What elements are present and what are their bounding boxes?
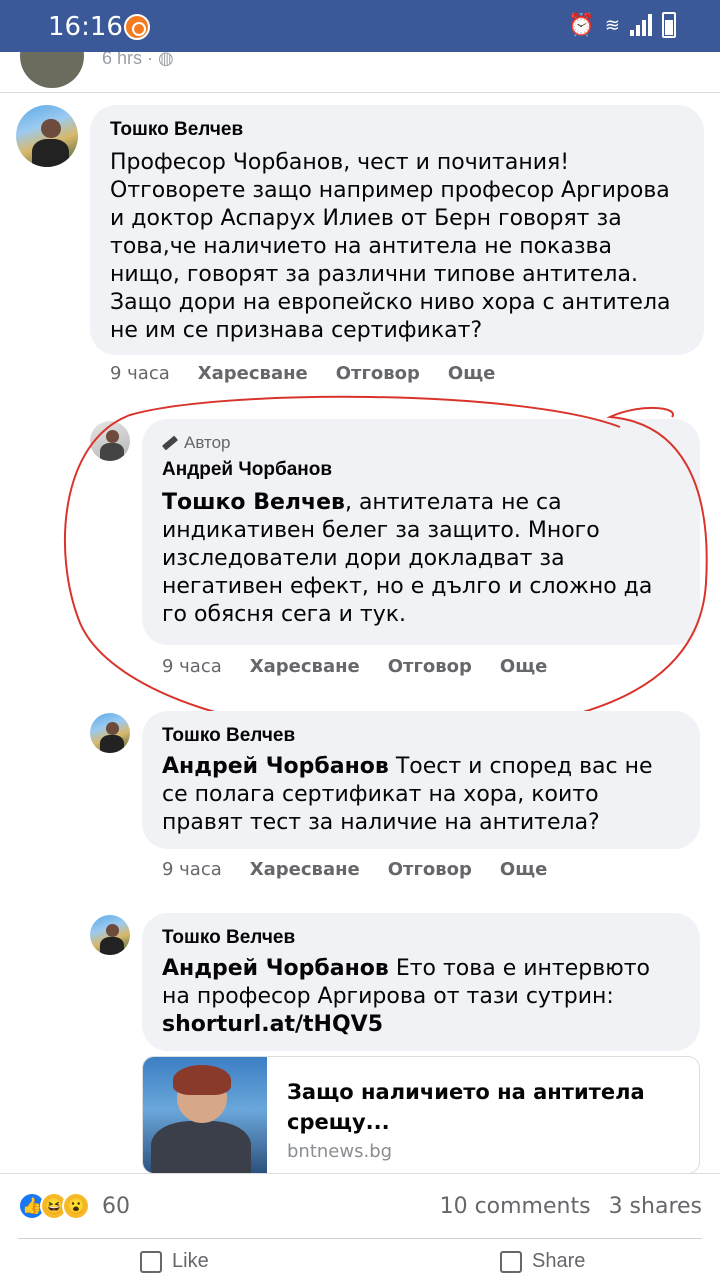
comment-author[interactable]: Тошко Велчев — [162, 927, 680, 949]
link-preview-card[interactable]: Защо наличието на антитела срещу... bntn… — [142, 1056, 700, 1173]
divider — [18, 1238, 702, 1239]
comment-author[interactable]: Тошко Велчев — [162, 725, 680, 747]
avatar[interactable] — [90, 915, 130, 955]
like-post-button[interactable]: Like — [140, 1250, 209, 1273]
avatar[interactable] — [90, 713, 130, 753]
avatar[interactable] — [16, 105, 78, 167]
status-icons: ⏰ ≋ — [567, 12, 676, 38]
comment-bubble: Тошко Велчев Андрей Чорбанов Ето това е … — [142, 913, 700, 1051]
post-author-avatar[interactable] — [20, 52, 84, 88]
more-button[interactable]: Още — [500, 859, 547, 880]
comment-text: Андрей Чорбанов Ето това е интервюто на … — [162, 956, 650, 1037]
like-button[interactable]: Харесване — [198, 363, 308, 384]
comment-actions: 9 часа Харесване Отговор Още — [162, 859, 547, 880]
post-header: 6 hrs · ◍ — [0, 52, 720, 92]
comments-count[interactable]: 10 comments — [440, 1194, 591, 1219]
comment-text: Андрей Чорбанов Тоест и според вас не се… — [162, 754, 653, 835]
post-time: 6 hrs · ◍ — [102, 52, 174, 69]
mention[interactable]: Андрей Чорбанов — [162, 956, 389, 981]
wifi-icon: ≋ — [604, 14, 620, 35]
comment-bubble: Тошко Велчев Андрей Чорбанов Тоест и спо… — [142, 711, 700, 849]
more-button[interactable]: Още — [448, 363, 495, 384]
thumb-up-icon — [140, 1250, 162, 1273]
link-domain: bntnews.bg — [287, 1141, 393, 1162]
clock: 16:16 — [48, 12, 123, 42]
mention[interactable]: Андрей Чорбанов — [162, 754, 389, 779]
comment-author[interactable]: Тошко Велчев — [110, 119, 684, 141]
comment-actions: 9 часа Харесване Отговор Още — [110, 363, 495, 384]
signal-icon — [630, 14, 652, 36]
battery-icon — [662, 12, 676, 38]
comment-time[interactable]: 9 часа — [110, 363, 170, 384]
comment-time[interactable]: 9 часа — [162, 859, 222, 880]
notification-app-icon — [124, 14, 150, 40]
like-button[interactable]: Харесване — [250, 859, 360, 880]
alarm-icon: ⏰ — [567, 12, 595, 37]
reactions-summary[interactable]: 👍 😆 😮 60 — [18, 1192, 130, 1220]
engagement-counts: 10 comments 3 shares — [440, 1194, 702, 1219]
comment-link[interactable]: shorturl.at/tHQV5 — [162, 1012, 383, 1037]
shares-count[interactable]: 3 shares — [609, 1194, 702, 1219]
globe-icon: ◍ — [158, 52, 174, 68]
comment-bubble: Тошко Велчев Професор Чорбанов, чест и п… — [90, 105, 704, 355]
link-title[interactable]: Защо наличието на антитела срещу... — [287, 1077, 687, 1137]
highlight-circle-stroke — [63, 395, 708, 737]
comment-text: Професор Чорбанов, чест и почитания! Отг… — [110, 150, 671, 343]
wow-reaction-icon: 😮 — [62, 1192, 90, 1220]
reaction-count: 60 — [102, 1193, 130, 1219]
reply-button[interactable]: Отговор — [336, 363, 420, 384]
share-icon — [500, 1250, 522, 1273]
reply-button[interactable]: Отговор — [388, 859, 472, 880]
post-footer: 👍 😆 😮 60 10 comments 3 shares Like Share — [0, 1174, 720, 1273]
embedded-comments-screenshot: Тошко Велчев Професор Чорбанов, чест и п… — [0, 92, 720, 1174]
share-post-button[interactable]: Share — [500, 1250, 585, 1273]
link-thumbnail — [143, 1057, 267, 1173]
status-bar: 16:16 ⏰ ≋ — [0, 0, 720, 52]
